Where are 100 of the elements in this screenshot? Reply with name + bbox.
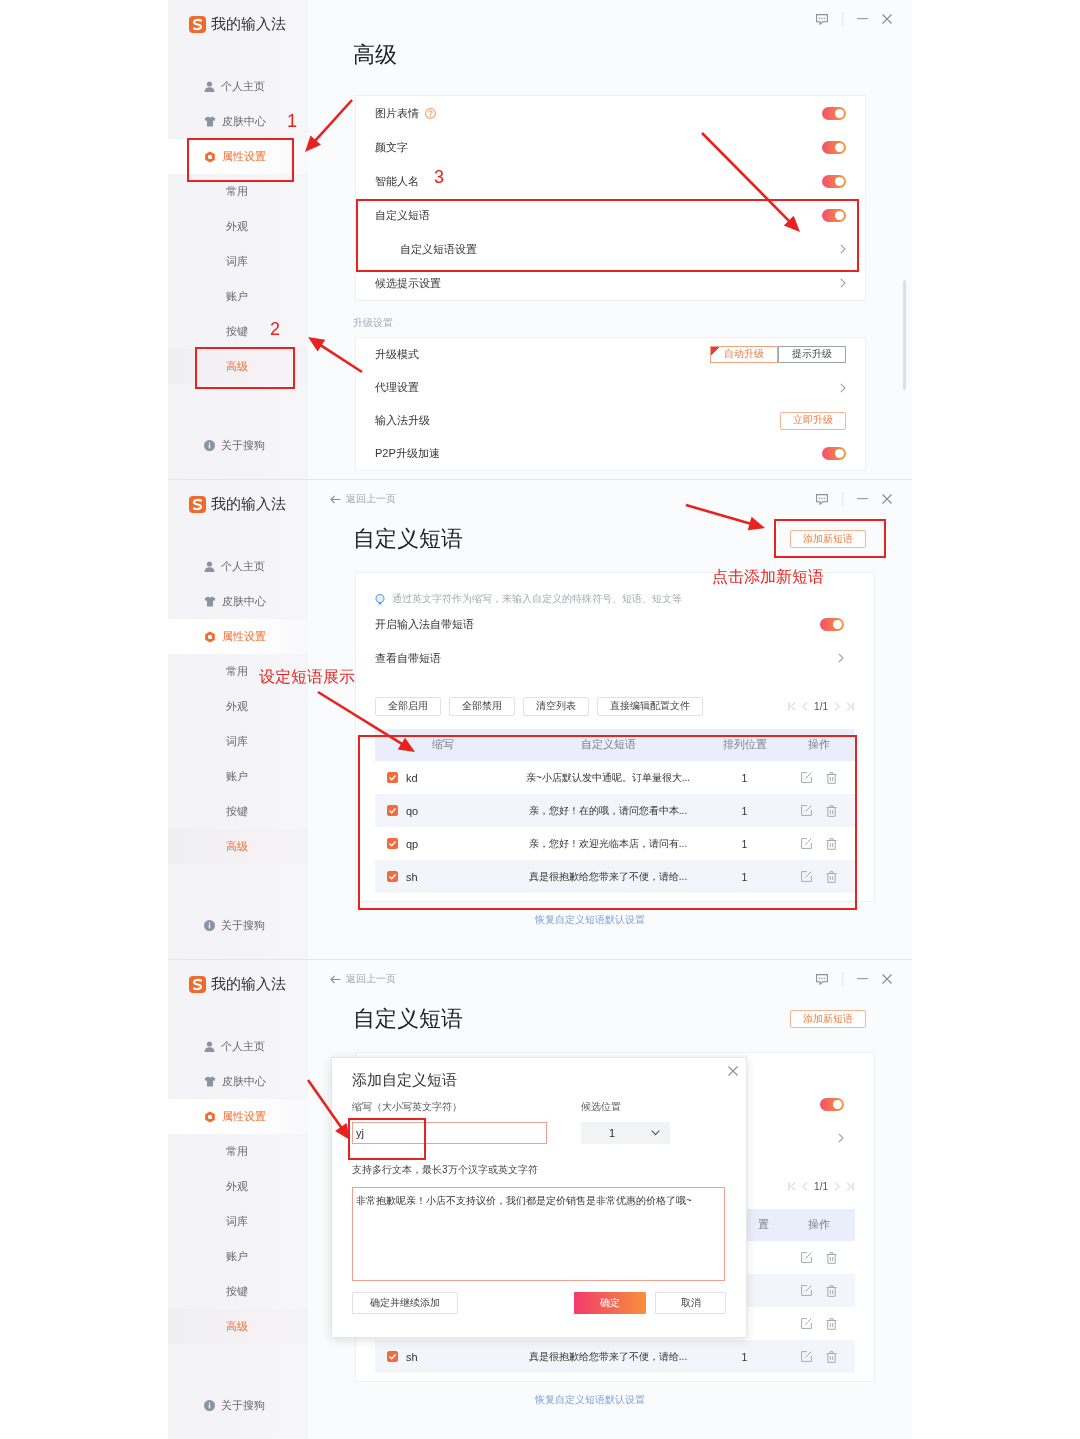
next-page-icon[interactable] (834, 1181, 840, 1191)
delete-icon[interactable] (826, 1251, 837, 1264)
delete-icon[interactable] (826, 837, 837, 850)
nav-subitem[interactable]: 按键 (168, 314, 252, 349)
nav-item[interactable]: 属性设置 (168, 139, 308, 174)
nav-subitem[interactable]: 外观 (168, 209, 252, 244)
checkbox[interactable] (387, 772, 398, 783)
confirm-button[interactable]: 确定 (574, 1292, 646, 1314)
previous-page-icon[interactable] (802, 1181, 809, 1191)
close-icon[interactable] (882, 494, 892, 504)
toggle-switch[interactable] (822, 447, 846, 460)
nav-item[interactable]: 属性设置 (168, 619, 308, 654)
toggle-switch[interactable] (822, 140, 846, 154)
segment-option[interactable]: 自动升级 (710, 346, 778, 363)
edit-icon[interactable] (801, 1251, 812, 1263)
close-icon[interactable] (882, 14, 892, 24)
help-icon[interactable] (425, 107, 436, 119)
nav-subitem[interactable]: 词库 (168, 244, 252, 279)
nav-subitem[interactable]: 账户 (168, 1239, 252, 1274)
nav-subitem[interactable]: 外观 (168, 1169, 252, 1204)
segment-option[interactable]: 提示升级 (778, 346, 846, 363)
chat-icon[interactable] (816, 13, 828, 25)
nav-item[interactable]: 个人主页 (168, 69, 269, 104)
dialog-button[interactable]: 确定并继续添加 (352, 1292, 458, 1314)
add-phrase-button[interactable]: 添加新短语 (790, 1010, 866, 1028)
nav-item[interactable]: 个人主页 (168, 549, 269, 584)
delete-icon[interactable] (826, 771, 837, 784)
nav-item[interactable]: 皮肤中心 (168, 104, 270, 139)
upgrade-button[interactable]: 立即升级 (780, 411, 846, 430)
minimize-icon[interactable] (857, 978, 868, 980)
about-link[interactable]: 关于搜狗 (221, 438, 265, 453)
phrase-text-area[interactable]: 非常抱歉呢亲！小店不支持议价，我们都是定价销售是非常优惠的价格了哦~ (352, 1187, 725, 1281)
delete-icon[interactable] (826, 870, 837, 883)
chevron-icon[interactable] (838, 653, 844, 663)
chevron-icon[interactable] (840, 382, 846, 393)
setting-label: P2P升级加速 (375, 446, 440, 461)
delete-icon[interactable] (826, 1317, 837, 1330)
about-link[interactable]: 关于搜狗 (221, 918, 265, 933)
nav-subitem[interactable]: 按键 (168, 794, 252, 829)
nav-subitem[interactable]: 词库 (168, 724, 252, 759)
nav-subitem[interactable]: 常用 (168, 654, 252, 689)
edit-icon[interactable] (801, 1317, 812, 1329)
delete-icon[interactable] (826, 1284, 837, 1297)
nav-subitem[interactable]: 账户 (168, 279, 252, 314)
list-action-button[interactable]: 全部启用 (375, 696, 441, 716)
edit-icon[interactable] (801, 837, 812, 849)
delete-icon[interactable] (826, 804, 837, 817)
checkbox[interactable] (387, 838, 398, 849)
nav-subitem[interactable]: 外观 (168, 689, 252, 724)
edit-icon[interactable] (801, 804, 812, 816)
checkbox[interactable] (387, 1351, 398, 1362)
nav-item[interactable]: 个人主页 (168, 1029, 269, 1064)
setting-label: 图片表情 (375, 105, 419, 121)
chevron-icon[interactable] (840, 278, 846, 288)
position-select[interactable]: 1 (581, 1122, 670, 1144)
first-page-icon[interactable] (788, 701, 797, 711)
checkbox[interactable] (387, 871, 398, 882)
chevron-icon[interactable] (838, 1133, 844, 1143)
nav-subitem[interactable]: 按键 (168, 1274, 252, 1309)
minimize-icon[interactable] (857, 18, 868, 20)
edit-icon[interactable] (801, 1284, 812, 1296)
nav-subitem[interactable]: 账户 (168, 759, 252, 794)
nav-item[interactable]: 属性设置 (168, 1099, 308, 1134)
chevron-icon[interactable] (840, 244, 846, 254)
nav-subitem[interactable]: 常用 (168, 1134, 252, 1169)
nav-subitem[interactable]: 常用 (168, 174, 252, 209)
toggle-switch[interactable] (820, 617, 844, 631)
toggle-switch[interactable] (820, 1097, 844, 1111)
previous-page-icon[interactable] (802, 701, 809, 711)
chat-icon[interactable] (816, 973, 828, 985)
dialog-button[interactable]: 取消 (655, 1292, 726, 1314)
list-action-button[interactable]: 全部禁用 (449, 696, 515, 716)
edit-icon[interactable] (801, 1350, 812, 1362)
list-action-button[interactable]: 直接编辑配置文件 (597, 696, 703, 716)
toggle-switch[interactable] (822, 208, 846, 222)
edit-icon[interactable] (801, 870, 812, 882)
next-page-icon[interactable] (834, 701, 840, 711)
delete-icon[interactable] (826, 1350, 837, 1363)
last-page-icon[interactable] (846, 701, 854, 711)
toggle-switch[interactable] (822, 174, 846, 188)
nav-item[interactable]: 皮肤中心 (168, 584, 270, 619)
back-arrow-icon (330, 494, 341, 504)
first-page-icon[interactable] (788, 1181, 797, 1191)
about-link[interactable]: 关于搜狗 (221, 1398, 265, 1413)
setting-label: 智能人名 (375, 173, 419, 189)
setting-label: 候选提示设置 (375, 275, 441, 291)
checkbox[interactable] (387, 805, 398, 816)
edit-icon[interactable] (801, 771, 812, 783)
chat-icon[interactable] (816, 493, 828, 505)
nav-subitem[interactable]: 词库 (168, 1204, 252, 1239)
abbreviation-input[interactable]: yj (352, 1122, 547, 1144)
toggle-switch[interactable] (822, 106, 846, 120)
add-phrase-button[interactable]: 添加新短语 (790, 530, 866, 548)
nav-item[interactable]: 皮肤中心 (168, 1064, 270, 1099)
close-icon[interactable] (882, 974, 892, 984)
list-action-button[interactable]: 清空列表 (523, 696, 589, 716)
minimize-icon[interactable] (857, 498, 868, 500)
dialog-title: 添加自定义短语 (352, 1070, 458, 1090)
close-icon[interactable] (728, 1066, 738, 1076)
last-page-icon[interactable] (846, 1181, 854, 1191)
